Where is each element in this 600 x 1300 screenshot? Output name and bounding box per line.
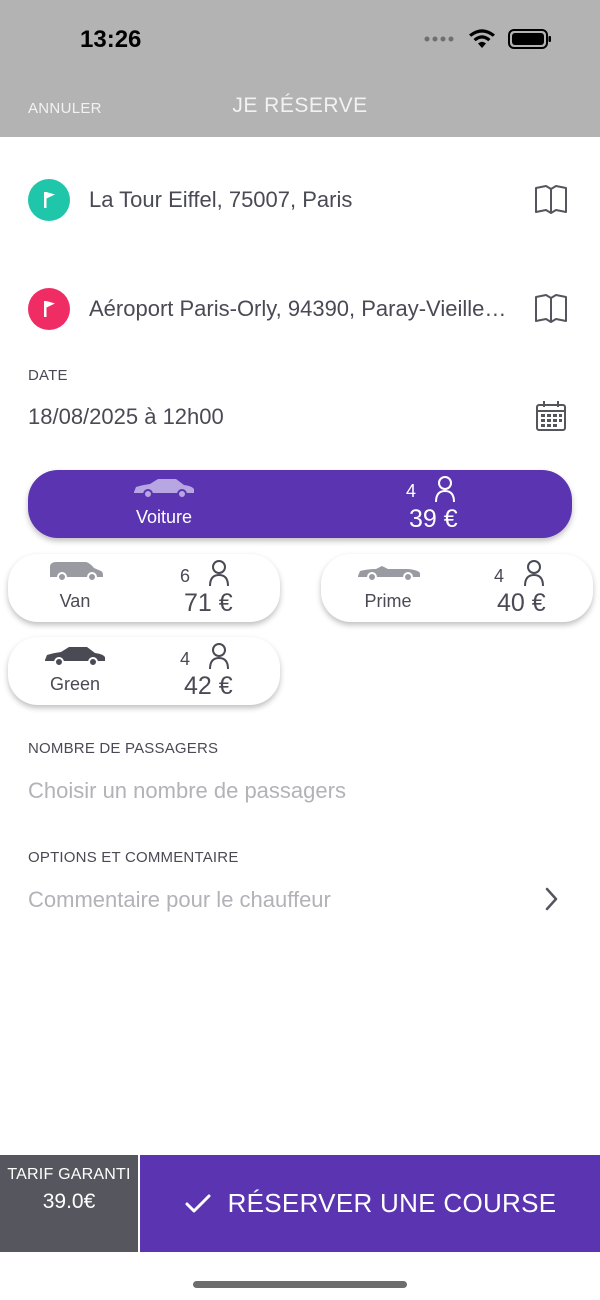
status-icons bbox=[424, 28, 552, 50]
vehicle-price: 42 € bbox=[184, 672, 233, 700]
signal-icon bbox=[424, 36, 454, 42]
dropoff-address: Aéroport Paris-Orly, 94390, Paray-Vieill… bbox=[89, 296, 509, 321]
vehicle-seats: 6 bbox=[180, 566, 191, 586]
address-book-icon[interactable] bbox=[534, 293, 568, 330]
wifi-icon bbox=[469, 29, 495, 48]
guaranteed-fare-value: 39.0€ bbox=[42, 1190, 96, 1213]
vehicle-name: Green bbox=[49, 674, 101, 694]
vehicle-option-van[interactable]: Van 6 71 € bbox=[8, 554, 280, 622]
guaranteed-fare-label: TARIF GARANTI bbox=[7, 1166, 131, 1183]
checkmark-icon bbox=[185, 1194, 211, 1212]
guaranteed-fare-panel: TARIF GARANTI 39.0€ bbox=[0, 1155, 138, 1252]
pickup-address: La Tour Eiffel, 75007, Paris bbox=[89, 187, 353, 212]
convertible-icon bbox=[358, 566, 420, 582]
status-time: 13:26 bbox=[80, 26, 142, 53]
vehicle-option-prime[interactable]: Prime 4 40 € bbox=[321, 554, 593, 622]
pickup-address-row[interactable]: La Tour Eiffel, 75007, Paris bbox=[0, 170, 600, 230]
date-label: DATE bbox=[28, 367, 68, 384]
car-icon bbox=[134, 479, 194, 499]
vehicle-name: Prime bbox=[364, 591, 412, 611]
comment-field[interactable]: Commentaire pour le chauffeur bbox=[28, 887, 331, 913]
address-book-icon[interactable] bbox=[534, 184, 568, 221]
person-icon bbox=[209, 560, 229, 587]
vehicle-seats: 4 bbox=[406, 481, 417, 501]
person-icon bbox=[524, 560, 544, 587]
calendar-icon[interactable] bbox=[535, 400, 567, 437]
car-icon bbox=[45, 647, 105, 667]
person-icon bbox=[209, 643, 229, 670]
person-icon bbox=[435, 476, 455, 503]
page-title: JE RÉSERVE bbox=[232, 94, 368, 117]
status-bar: 13:26 bbox=[0, 0, 600, 80]
van-icon bbox=[50, 562, 103, 582]
passengers-label: NOMBRE DE PASSAGERS bbox=[28, 740, 219, 757]
reserve-button[interactable]: RÉSERVER UNE COURSE bbox=[140, 1155, 600, 1252]
reserve-button-label: RÉSERVER UNE COURSE bbox=[227, 1188, 557, 1218]
vehicle-seats: 4 bbox=[180, 649, 191, 669]
home-indicator bbox=[193, 1281, 407, 1288]
flag-icon bbox=[28, 179, 70, 221]
vehicle-price: 39 € bbox=[409, 505, 458, 533]
chevron-right-icon[interactable] bbox=[542, 886, 560, 917]
vehicle-name: Voiture bbox=[135, 507, 193, 527]
passengers-field[interactable]: Choisir un nombre de passagers bbox=[28, 778, 346, 804]
battery-icon bbox=[508, 29, 551, 49]
nav-bar: ANNULER JE RÉSERVE bbox=[0, 80, 600, 137]
vehicle-name: Van bbox=[59, 591, 91, 611]
options-label: OPTIONS ET COMMENTAIRE bbox=[28, 849, 239, 866]
flag-icon bbox=[28, 288, 70, 330]
vehicle-price: 40 € bbox=[497, 589, 546, 617]
vehicle-seats: 4 bbox=[494, 566, 505, 586]
vehicle-option-green[interactable]: Green 4 42 € bbox=[8, 637, 280, 705]
vehicle-option-voiture[interactable]: Voiture 4 39 € bbox=[28, 470, 572, 538]
dropoff-address-row[interactable]: Aéroport Paris-Orly, 94390, Paray-Vieill… bbox=[0, 279, 600, 339]
vehicle-price: 71 € bbox=[184, 589, 233, 617]
date-field[interactable]: 18/08/2025 à 12h00 bbox=[28, 404, 224, 430]
